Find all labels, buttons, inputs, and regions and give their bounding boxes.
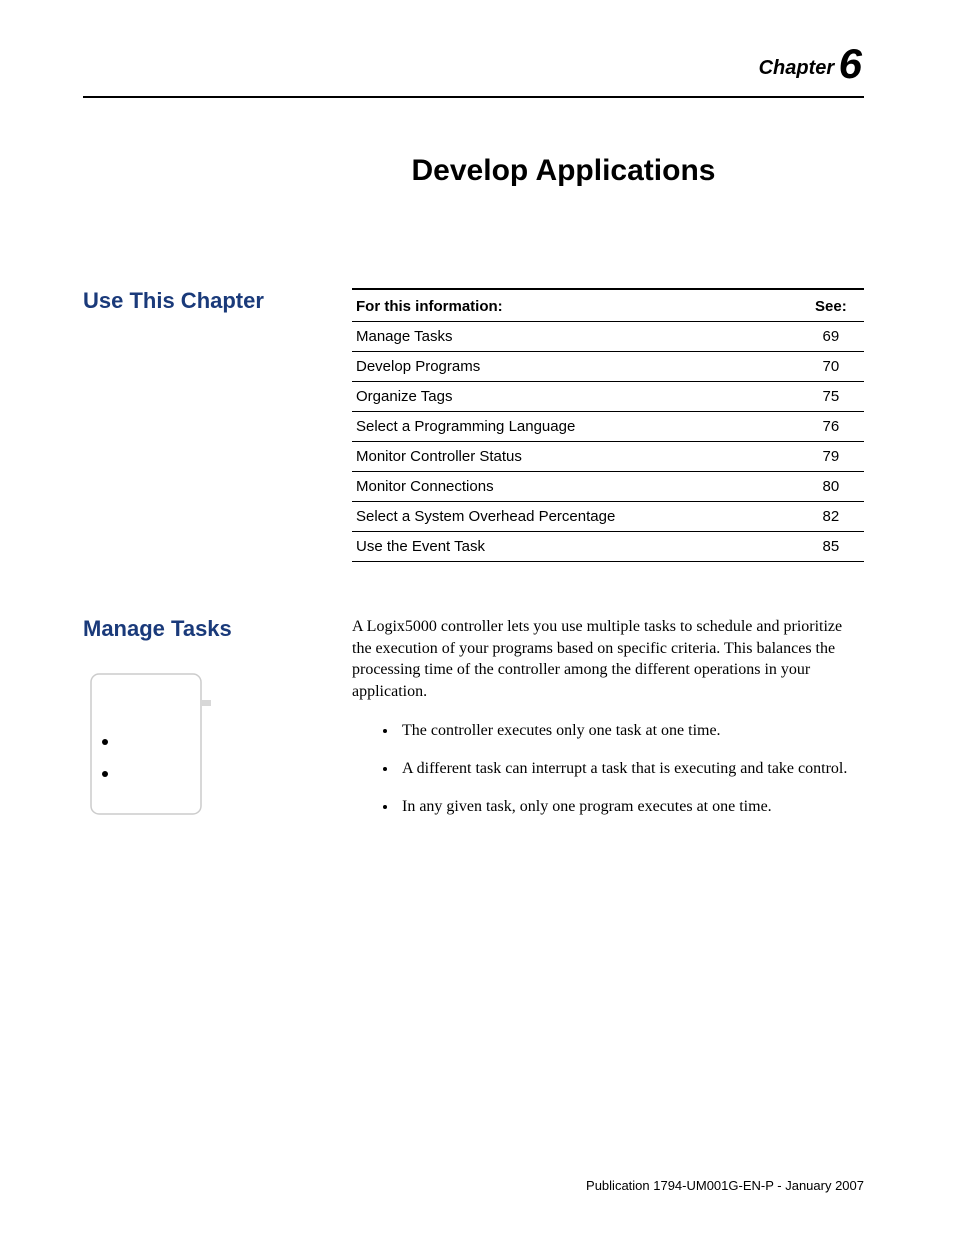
manage-tasks-heading: Manage Tasks (83, 616, 328, 642)
table-header-info: For this information: (352, 289, 798, 322)
chapter-label: Chapter (759, 57, 835, 79)
table-cell-see: 80 (798, 472, 864, 502)
table-cell-see: 82 (798, 502, 864, 532)
table-header-see: See: (798, 289, 864, 322)
chapter-header: Chapter 6 (83, 40, 864, 88)
manage-tasks-intro: A Logix5000 controller lets you use mult… (352, 616, 864, 702)
table-cell-info: Select a System Overhead Percentage (352, 502, 798, 532)
use-this-chapter-heading: Use This Chapter (83, 288, 328, 314)
chapter-contents-table: For this information: See: Manage Tasks … (352, 288, 864, 562)
header-rule (83, 96, 864, 98)
list-item: The controller executes only one task at… (398, 720, 864, 742)
table-cell-see: 75 (798, 382, 864, 412)
table-cell-info: Develop Programs (352, 352, 798, 382)
table-row: Manage Tasks 69 (352, 322, 864, 352)
bullet-list-icon (83, 670, 213, 820)
table-row: Monitor Controller Status 79 (352, 442, 864, 472)
chapter-number: 6 (839, 40, 862, 87)
table-cell-info: Manage Tasks (352, 322, 798, 352)
table-cell-see: 79 (798, 442, 864, 472)
table-cell-info: Use the Event Task (352, 532, 798, 562)
page-title: Develop Applications (263, 154, 864, 188)
use-this-chapter-section: Use This Chapter For this information: S… (83, 288, 864, 616)
table-cell-see: 85 (798, 532, 864, 562)
list-item: In any given task, only one program exec… (398, 796, 864, 818)
table-row: Develop Programs 70 (352, 352, 864, 382)
list-item: A different task can interrupt a task th… (398, 758, 864, 780)
manage-tasks-bullets: The controller executes only one task at… (352, 720, 864, 817)
table-cell-see: 76 (798, 412, 864, 442)
publication-footer: Publication 1794-UM001G-EN-P - January 2… (586, 1178, 864, 1193)
table-cell-info: Select a Programming Language (352, 412, 798, 442)
table-row: Organize Tags 75 (352, 382, 864, 412)
table-cell-see: 70 (798, 352, 864, 382)
table-row: Select a System Overhead Percentage 82 (352, 502, 864, 532)
table-cell-info: Monitor Controller Status (352, 442, 798, 472)
table-cell-info: Organize Tags (352, 382, 798, 412)
table-row: Select a Programming Language 76 (352, 412, 864, 442)
manage-tasks-section: Manage Tasks A Logix5000 controller lets… (83, 616, 864, 833)
table-row: Use the Event Task 85 (352, 532, 864, 562)
table-cell-info: Monitor Connections (352, 472, 798, 502)
table-cell-see: 69 (798, 322, 864, 352)
table-row: Monitor Connections 80 (352, 472, 864, 502)
